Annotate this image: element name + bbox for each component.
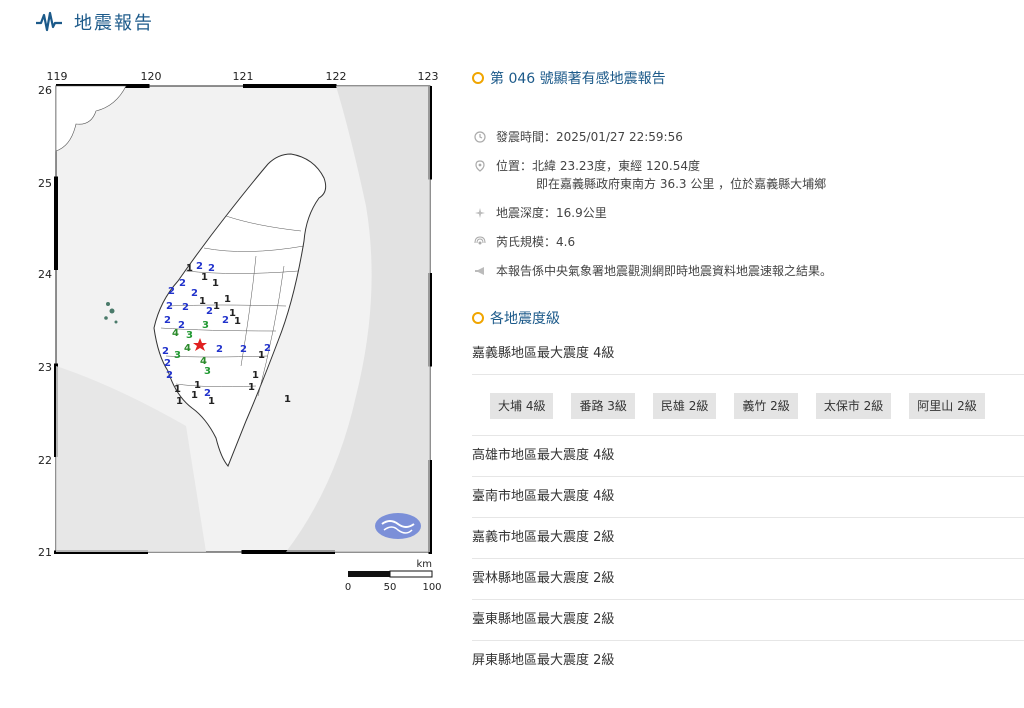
megaphone-icon [475,267,484,275]
clock-icon [474,131,486,143]
intensity-marker: 1 [284,394,291,405]
intensity-marker: 2 [264,343,271,354]
region-row[interactable]: 嘉義市地區最大震度 2級 [472,518,1024,559]
note-row: 本報告係中央氣象署地震觀測網即時地震資料地震速報之結果。 [472,262,1024,280]
intensity-marker: 1 [252,370,259,381]
magnitude-label: 芮氏規模：4.6 [496,235,576,249]
intensity-marker: 2 [191,288,198,299]
report-note: 本報告係中央氣象署地震觀測網即時地震資料地震速報之結果。 [496,264,833,278]
region-row[interactable]: 臺東縣地區最大震度 2級 [472,600,1024,641]
intensity-marker: 1 [176,396,183,407]
lon-tick: 123 [418,70,439,83]
scale-label: 0 [345,582,351,593]
station-chip: 太保市 2級 [815,393,892,419]
section-title-text: 各地震度級 [490,311,560,327]
intensity-marker: 2 [164,358,171,369]
depth-icon [475,208,485,218]
intensity-marker: 2 [166,301,173,312]
time-row: 發震時間：2025/01/27 22:59:56 [472,128,1024,146]
intensity-marker: 3 [202,320,209,331]
location-row: 位置：北緯 23.23度，東經 120.54度 即在嘉義縣政府東南方 36.3 … [472,157,1024,193]
lat-tick: 23 [38,361,52,374]
intensity-marker: 2 [240,344,247,355]
intensity-marker: 1 [191,390,198,401]
lon-tick: 122 [326,70,347,83]
bullet-icon [472,312,484,324]
report-title: 第 046 號顯著有感地震報告 [472,66,1024,90]
lat-tick: 21 [38,546,52,559]
scale-label: 50 [384,582,397,593]
intensity-marker: 1 [258,350,265,361]
station-chips: 大埔 4級 番路 3級 民雄 2級 義竹 2級 太保市 2級 阿里山 2級 [472,375,1024,436]
station-chip: 民雄 2級 [652,393,717,419]
intensity-marker: 1 [174,384,181,395]
intensity-marker: 3 [174,350,181,361]
intensity-marker: 1 [208,396,215,407]
intensity-marker: 2 [222,315,229,326]
intensity-marker: 2 [164,315,171,326]
intensity-marker: 1 [234,316,241,327]
lat-tick: 25 [38,177,52,190]
intensity-marker: 4 [184,343,191,354]
depth-row: 地震深度：16.9公里 [472,204,1024,222]
report-info: 發震時間：2025/01/27 22:59:56 位置：北緯 23.23度，東經… [472,128,1024,280]
intensity-marker: 2 [206,306,213,317]
intensity-marker: 1 [224,294,231,305]
location-sub: 即在嘉義縣政府東南方 36.3 公里 ，位於嘉義縣大埔鄉 [536,177,827,191]
intensity-marker: 2 [178,320,185,331]
intensity-marker: 1 [199,296,206,307]
cwa-logo-icon [375,513,421,539]
intensity-marker: 2 [168,286,175,297]
intensity-marker: 2 [166,370,173,381]
lon-tick: 120 [141,70,162,83]
intensity-marker: 3 [204,366,211,377]
station-chip: 阿里山 2級 [909,393,985,419]
region-row[interactable]: 屏東縣地區最大震度 2級 [472,641,1024,681]
intensity-marker: 2 [162,346,169,357]
intensity-marker: 1 [212,278,219,289]
intensity-marker: 2 [179,278,186,289]
region-row: 嘉義縣地區最大震度 4級 [472,334,1024,375]
station-chip: 大埔 4級 [490,393,554,419]
scale-label: 100 [422,582,441,593]
intensity-marker: 1 [186,263,193,274]
lat-tick: 24 [38,268,52,281]
intensity-marker: 2 [216,344,223,355]
intensity-list: 嘉義縣地區最大震度 4級 大埔 4級 番路 3級 民雄 2級 義竹 2級 太保市… [472,334,1024,681]
region-row[interactable]: 雲林縣地區最大震度 2級 [472,559,1024,600]
lon-tick: 119 [47,70,68,83]
lat-tick: 26 [38,84,52,97]
intensity-section-title: 各地震度級 [472,306,1024,330]
page-header: 地震報告 [36,8,154,36]
seismograph-icon [36,11,62,32]
bullet-icon [472,72,484,84]
lon-tick: 121 [233,70,254,83]
region-row[interactable]: 臺南市地區最大震度 4級 [472,477,1024,518]
magnitude-row: 芮氏規模：4.6 [472,233,1024,251]
intensity-marker: 3 [186,330,193,341]
location-pin-icon [475,160,485,172]
intensity-marker: 2 [182,302,189,313]
location-label: 位置：北緯 23.23度，東經 120.54度 [496,159,700,173]
page-title: 地震報告 [74,13,154,34]
report-panel: 第 046 號顯著有感地震報告 發震時間：2025/01/27 22:59:56… [472,66,1024,681]
station-chip: 義竹 2級 [734,393,798,419]
intensity-marker: 1 [213,301,220,312]
time-label: 發震時間：2025/01/27 22:59:56 [496,130,683,144]
region-row[interactable]: 高雄市地區最大震度 4級 [472,436,1024,477]
intensity-map: 119 120 121 122 123 26 25 24 23 22 21 1 … [36,66,448,596]
report-title-text: 第 046 號顯著有感地震報告 [490,71,666,87]
intensity-marker: 2 [196,261,203,272]
intensity-marker: 2 [208,263,215,274]
magnitude-icon [474,236,486,245]
lat-tick: 22 [38,454,52,467]
intensity-marker: 4 [172,328,179,339]
depth-label: 地震深度：16.9公里 [496,206,607,220]
intensity-marker: 1 [201,272,208,283]
intensity-marker: 1 [248,382,255,393]
scale-unit: km [416,559,432,570]
station-chip: 番路 3級 [571,393,635,419]
scale-bar: km 0 50 100 [345,559,442,593]
